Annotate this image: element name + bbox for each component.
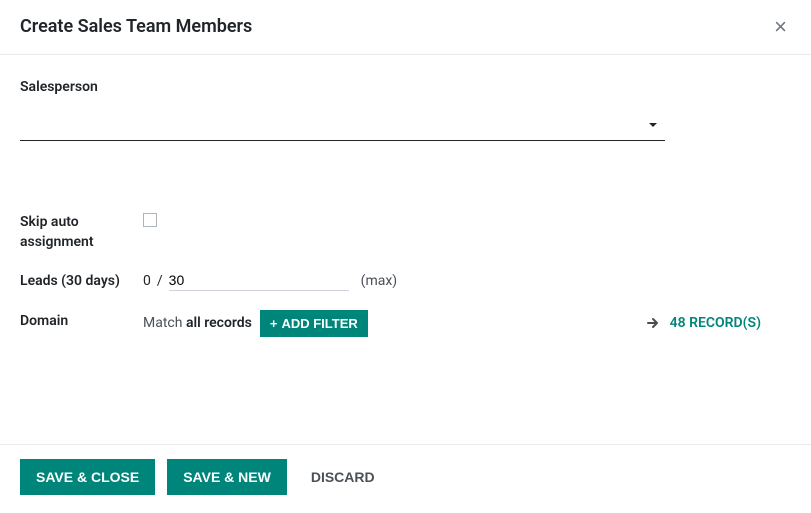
close-icon: × (774, 14, 787, 39)
domain-match-bold: all records (186, 315, 252, 331)
domain-right: 48 RECORD(S) (646, 315, 791, 331)
leads-input-group: 0 / (max) (143, 270, 397, 291)
domain-label: Domain (20, 310, 143, 332)
leads-separator: / (157, 273, 163, 289)
leads-max-suffix: (max) (361, 273, 398, 289)
leads-30-days-label: Leads (30 days) (20, 270, 143, 292)
add-filter-button[interactable]: + ADD FILTER (260, 310, 368, 337)
leads-current-value: 0 (143, 273, 151, 289)
field-domain: Domain Match all records + ADD FILTER 48… (20, 310, 791, 337)
field-leads-30-days: Leads (30 days) 0 / (max) (20, 270, 791, 292)
dialog-title: Create Sales Team Members (20, 16, 252, 37)
field-skip-auto-assignment: Skip auto assignment (20, 211, 791, 252)
skip-auto-assignment-checkbox[interactable] (143, 213, 157, 227)
domain-left: Match all records + ADD FILTER (143, 310, 368, 337)
dialog-footer: SAVE & CLOSE SAVE & NEW DISCARD (0, 444, 811, 513)
domain-match-text: Match all records (143, 315, 252, 331)
close-button[interactable]: × (770, 16, 791, 38)
domain-match-prefix: Match (143, 315, 186, 331)
skip-auto-assignment-label: Skip auto assignment (20, 211, 143, 252)
add-filter-label: ADD FILTER (281, 316, 357, 331)
dialog-body: Salesperson Skip auto assignment Leads (… (0, 55, 811, 379)
save-close-button[interactable]: SAVE & CLOSE (20, 459, 155, 495)
record-count-link[interactable]: 48 RECORD(S) (670, 315, 761, 331)
salesperson-select[interactable] (20, 113, 665, 141)
leads-max-input[interactable] (169, 270, 349, 291)
field-salesperson: Salesperson (20, 79, 791, 141)
dialog-header: Create Sales Team Members × (0, 0, 811, 55)
arrow-right-icon (646, 316, 660, 330)
save-new-button[interactable]: SAVE & NEW (167, 459, 287, 495)
plus-icon: + (270, 316, 278, 331)
discard-button[interactable]: DISCARD (299, 459, 387, 495)
caret-down-icon (647, 119, 659, 131)
salesperson-label: Salesperson (20, 79, 791, 95)
